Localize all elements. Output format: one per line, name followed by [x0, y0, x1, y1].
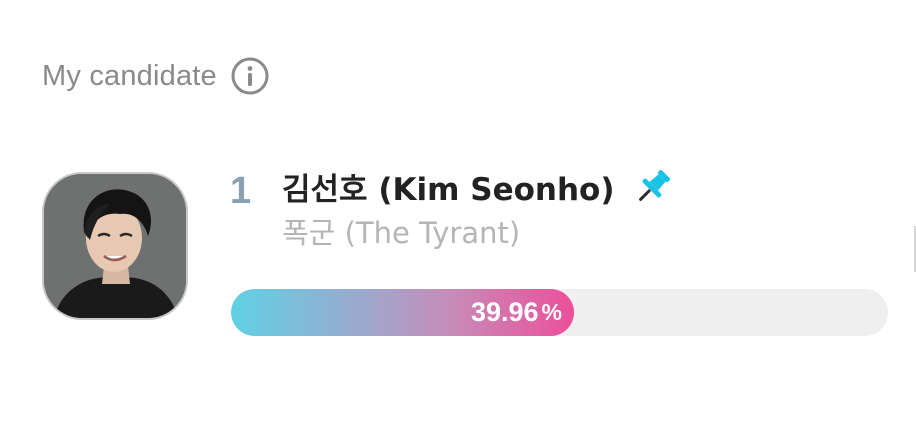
vote-percent-sign: % — [541, 299, 562, 325]
candidate-card[interactable]: 1 김선호 (Kim Seonho) 폭군 (The Tyrant) 39.96… — [42, 169, 892, 336]
drama-title: 폭군 (The Tyrant) — [282, 216, 521, 250]
info-icon[interactable] — [231, 57, 269, 95]
section-title: My candidate — [42, 59, 217, 92]
vote-progress-bar: 39.96 % — [231, 289, 888, 336]
candidate-name: 김선호 (Kim Seonho) — [282, 172, 615, 208]
vote-percent-value: 39.96 — [470, 297, 539, 327]
section-header: My candidate — [42, 54, 269, 98]
rank-number: 1 — [230, 170, 252, 212]
vote-progress-fill: 39.96 % — [231, 289, 574, 336]
pushpin-icon[interactable] — [632, 166, 674, 208]
avatar — [42, 172, 188, 320]
